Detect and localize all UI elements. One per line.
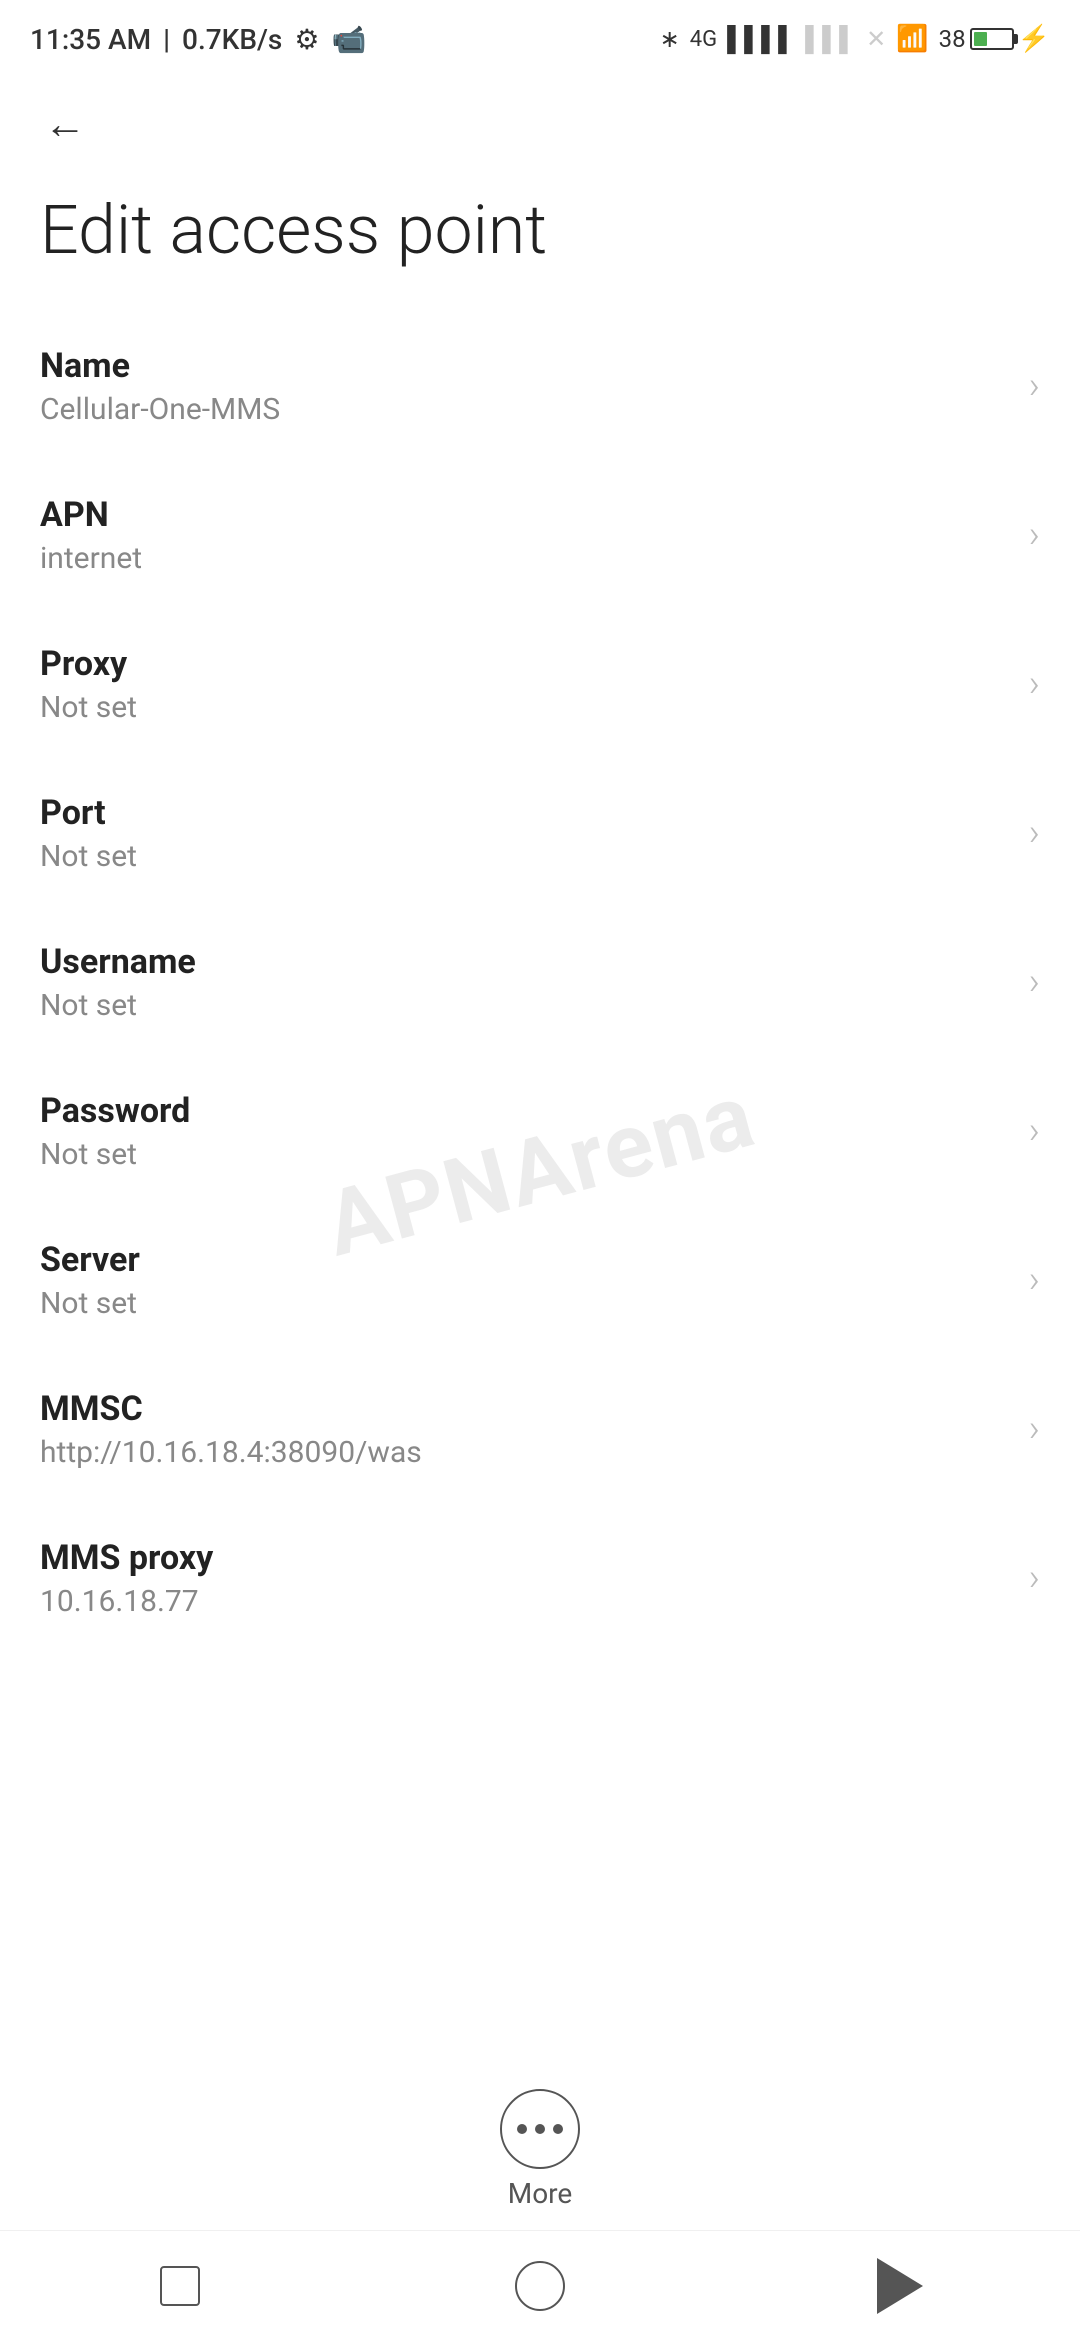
settings-item-username[interactable]: Username Not set › <box>0 908 1080 1057</box>
chevron-right-password: › <box>1029 1109 1040 1153</box>
back-button[interactable]: ← <box>30 90 100 160</box>
settings-item-mmsc[interactable]: MMSC http://10.16.18.4:38090/was › <box>0 1355 1080 1504</box>
settings-item-mms-proxy-content: MMS proxy 10.16.18.77 <box>40 1538 1009 1619</box>
settings-item-apn-content: APN internet <box>40 495 1009 576</box>
settings-label-username: Username <box>40 942 1009 982</box>
battery-percent: 38 <box>939 25 966 53</box>
more-button[interactable]: More <box>500 2089 580 2210</box>
settings-item-server-content: Server Not set <box>40 1240 1009 1321</box>
settings-value-apn: internet <box>40 541 1009 576</box>
signal-bars2-icon: ▌▌▌ <box>805 25 856 54</box>
more-dot-1 <box>517 2124 527 2134</box>
camera-icon: 📹 <box>331 23 366 56</box>
settings-item-port-content: Port Not set <box>40 793 1009 874</box>
nav-bar <box>0 2230 1080 2340</box>
settings-value-server: Not set <box>40 1286 1009 1321</box>
chevron-right-mms-proxy: › <box>1029 1556 1040 1600</box>
wifi-icon: 📶 <box>896 24 928 54</box>
back-arrow-icon: ← <box>44 104 86 146</box>
settings-item-mms-proxy[interactable]: MMS proxy 10.16.18.77 › <box>0 1504 1080 1653</box>
settings-value-mmsc: http://10.16.18.4:38090/was <box>40 1435 1009 1470</box>
chevron-right-apn: › <box>1029 513 1040 557</box>
settings-value-password: Not set <box>40 1137 1009 1172</box>
settings-value-name: Cellular-One-MMS <box>40 392 1009 427</box>
settings-label-server: Server <box>40 1240 1009 1280</box>
chevron-right-name: › <box>1029 364 1040 408</box>
chevron-right-username: › <box>1029 960 1040 1004</box>
settings-label-name: Name <box>40 346 1009 386</box>
more-label: More <box>508 2177 573 2210</box>
battery-fill <box>974 32 988 46</box>
battery-icon <box>970 28 1014 50</box>
settings-value-port: Not set <box>40 839 1009 874</box>
status-right: ∗ 4G ▌▌▌▌ ▌▌▌ ✕ 📶 38 ⚡ <box>660 24 1050 54</box>
recent-apps-icon <box>160 2266 200 2306</box>
signal-bars-icon: ▌▌▌▌ <box>727 25 795 54</box>
battery-container: 38 ⚡ <box>939 24 1050 54</box>
settings-item-mmsc-content: MMSC http://10.16.18.4:38090/was <box>40 1389 1009 1470</box>
settings-label-password: Password <box>40 1091 1009 1131</box>
status-bar: 11:35 AM | 0.7KB/s ⚙ 📹 ∗ 4G ▌▌▌▌ ▌▌▌ ✕ 📶… <box>0 0 1080 70</box>
charging-icon: ⚡ <box>1018 24 1050 54</box>
settings-value-username: Not set <box>40 988 1009 1023</box>
settings-item-server[interactable]: Server Not set › <box>0 1206 1080 1355</box>
settings-item-password[interactable]: Password Not set › <box>0 1057 1080 1206</box>
no-signal-icon: ✕ <box>866 25 886 53</box>
speed-display: 0.7KB/s <box>182 23 282 56</box>
settings-label-port: Port <box>40 793 1009 833</box>
bluetooth-icon: ∗ <box>660 25 680 53</box>
settings-item-name-content: Name Cellular-One-MMS <box>40 346 1009 427</box>
top-nav: ← <box>0 70 1080 170</box>
home-icon <box>515 2261 565 2311</box>
page-title-container: Edit access point <box>0 170 1080 312</box>
settings-item-proxy-content: Proxy Not set <box>40 644 1009 725</box>
settings-item-password-content: Password Not set <box>40 1091 1009 1172</box>
settings-label-mms-proxy: MMS proxy <box>40 1538 1009 1578</box>
nav-back-button[interactable] <box>860 2246 940 2326</box>
chevron-right-mmsc: › <box>1029 1407 1040 1451</box>
chevron-right-server: › <box>1029 1258 1040 1302</box>
settings-value-mms-proxy: 10.16.18.77 <box>40 1584 1009 1619</box>
more-circle-icon <box>500 2089 580 2169</box>
settings-label-apn: APN <box>40 495 1009 535</box>
settings-item-name[interactable]: Name Cellular-One-MMS › <box>0 312 1080 461</box>
page-title: Edit access point <box>40 190 1040 272</box>
settings-item-apn[interactable]: APN internet › <box>0 461 1080 610</box>
settings-icon: ⚙ <box>294 23 319 56</box>
nav-recent-button[interactable] <box>140 2246 220 2326</box>
chevron-right-port: › <box>1029 811 1040 855</box>
more-dot-3 <box>553 2124 563 2134</box>
settings-list: Name Cellular-One-MMS › APN internet › P… <box>0 312 1080 1653</box>
more-dot-2 <box>535 2124 545 2134</box>
back-icon <box>877 2258 923 2314</box>
settings-label-proxy: Proxy <box>40 644 1009 684</box>
more-dots-icon <box>517 2124 563 2134</box>
network-4g-icon: 4G <box>690 27 717 52</box>
chevron-right-proxy: › <box>1029 662 1040 706</box>
settings-item-port[interactable]: Port Not set › <box>0 759 1080 908</box>
settings-value-proxy: Not set <box>40 690 1009 725</box>
settings-item-proxy[interactable]: Proxy Not set › <box>0 610 1080 759</box>
time-display: 11:35 AM <box>30 23 151 56</box>
status-left: 11:35 AM | 0.7KB/s ⚙ 📹 <box>30 23 366 56</box>
settings-item-username-content: Username Not set <box>40 942 1009 1023</box>
speed-indicator: | <box>163 23 170 56</box>
nav-home-button[interactable] <box>500 2246 580 2326</box>
settings-label-mmsc: MMSC <box>40 1389 1009 1429</box>
